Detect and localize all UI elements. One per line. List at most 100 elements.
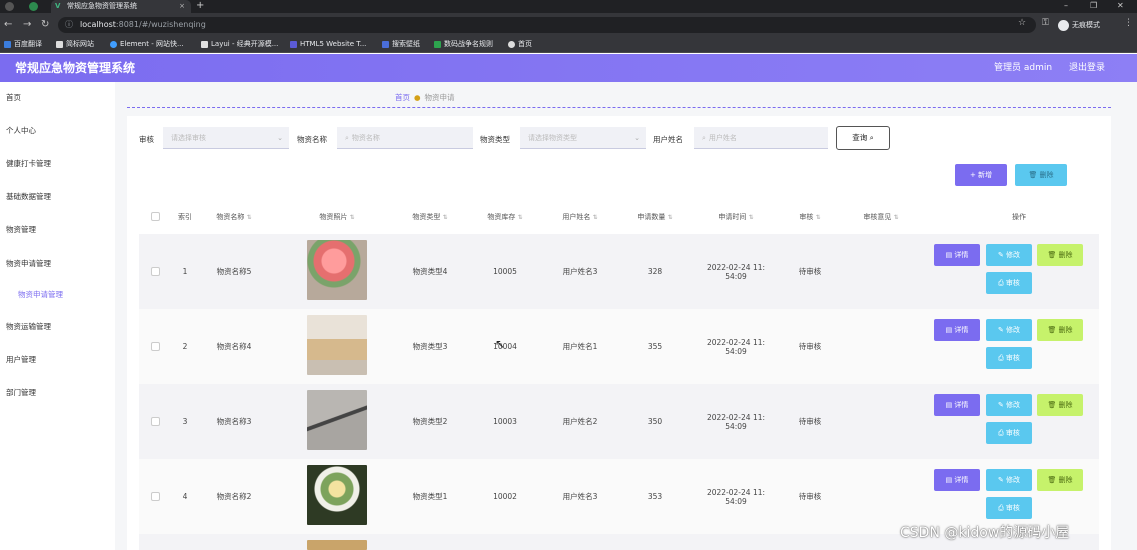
user-search-input[interactable]: ⌕ 用户姓名 — [694, 127, 828, 149]
trash-icon: 🗑 — [1047, 251, 1057, 259]
audit-button[interactable]: ⎙ 审核 — [986, 422, 1032, 444]
sort-icon[interactable]: ⇅ — [350, 214, 355, 221]
th-name[interactable]: 物资名称 ⇅ — [199, 204, 269, 231]
table-row: 1 物资名称5 物资类型4 10005 用户姓名3 328 2022-02-24… — [139, 234, 1099, 309]
bookmark-item[interactable]: 简标网站 — [56, 37, 94, 52]
app-header: 常规应急物资管理系统 管理员 admin 退出登录 — [0, 54, 1137, 82]
th-type[interactable]: 物资类型 ⇅ — [395, 204, 465, 231]
bookmark-label: 搜索壁纸 — [392, 40, 420, 48]
vue-favicon-icon: V — [55, 2, 61, 10]
bookmark-item[interactable]: 搜索壁纸 — [382, 37, 420, 52]
detail-button[interactable]: ▤ 详情 — [934, 394, 980, 416]
cell-index: 2 — [182, 342, 188, 351]
bookmark-star-icon[interactable]: ☆ — [1018, 18, 1026, 28]
pinned-tab-icon[interactable] — [29, 2, 38, 11]
row-checkbox[interactable] — [151, 417, 160, 426]
sort-icon[interactable]: ⇅ — [749, 214, 754, 221]
row-checkbox[interactable] — [151, 492, 160, 501]
back-icon[interactable]: ← — [4, 18, 12, 32]
audit-button[interactable]: ⎙ 审核 — [986, 347, 1032, 369]
new-tab-icon[interactable]: + — [196, 0, 204, 12]
th-audit[interactable]: 审核 ⇅ — [785, 204, 835, 231]
restore-icon[interactable]: ❐ — [1090, 0, 1097, 12]
breadcrumb-home[interactable]: 首页 — [395, 93, 410, 102]
close-window-icon[interactable]: ✕ — [1117, 0, 1124, 12]
sidebar-item-departments[interactable]: 部门管理 — [6, 387, 36, 398]
select-all-checkbox[interactable] — [151, 212, 160, 221]
edit-button[interactable]: ✎ 修改 — [986, 469, 1032, 491]
type-select[interactable]: 请选择物资类型 ⌄ — [520, 127, 646, 149]
audit-icon: ⎙ — [998, 354, 1004, 362]
sidebar-item-basic-data[interactable]: 基础数据管理 — [6, 191, 51, 202]
main-content: 首页 ● 物资申请 审核 请选择审核 ⌄ 物资名称 ⌕ 物资名称 物资类型 请选择物资… — [115, 82, 1137, 550]
browser-tab-active[interactable]: V 常规应急物资管理系统 × — [51, 0, 191, 13]
audit-button[interactable]: ⎙ 审核 — [986, 272, 1032, 294]
sort-icon[interactable]: ⇅ — [593, 214, 598, 221]
sidebar-item-material-requests[interactable]: 物资申请管理 — [6, 258, 51, 269]
browser-app-icon[interactable] — [5, 2, 14, 11]
row-checkbox[interactable] — [151, 267, 160, 276]
site-info-icon[interactable]: ⓘ — [65, 17, 73, 33]
reload-icon[interactable]: ↻ — [41, 18, 49, 32]
th-stock[interactable]: 物资库存 ⇅ — [470, 204, 540, 231]
detail-button[interactable]: ▤ 详情 — [934, 244, 980, 266]
sidebar-item-health-checkin[interactable]: 健康打卡管理 — [6, 158, 51, 169]
audit-select[interactable]: 请选择审核 ⌄ — [163, 127, 289, 149]
sidebar-item-transport[interactable]: 物资运输管理 — [6, 321, 51, 332]
bulk-delete-label: 删除 — [1039, 171, 1054, 179]
sort-icon[interactable]: ⇅ — [518, 214, 523, 221]
add-button[interactable]: + 新增 — [955, 164, 1007, 186]
sort-icon[interactable]: ⇅ — [668, 214, 673, 221]
sidebar-subitem-material-requests[interactable]: 物资申请管理 — [18, 289, 63, 300]
bookmark-item[interactable]: Layui - 经典开源模... — [201, 37, 278, 52]
th-photo[interactable]: 物资照片 ⇅ — [302, 204, 372, 231]
sidebar-item-users[interactable]: 用户管理 — [6, 354, 36, 365]
query-button[interactable]: 查询 ⌕ — [836, 126, 890, 150]
sidebar-item-materials[interactable]: 物资管理 — [6, 224, 36, 235]
key-icon[interactable]: ⚿ — [1042, 18, 1049, 28]
th-qty[interactable]: 申请数量 ⇅ — [620, 204, 690, 231]
delete-button[interactable]: 🗑 删除 — [1037, 469, 1083, 491]
th-opinion[interactable]: 审核意见 ⇅ — [841, 204, 921, 231]
edit-icon: ✎ — [997, 476, 1004, 484]
browser-menu-icon[interactable]: ⋮ — [1124, 18, 1133, 28]
edit-button[interactable]: ✎ 修改 — [986, 319, 1032, 341]
incognito-indicator[interactable]: 无痕模式 — [1058, 17, 1100, 33]
sort-icon[interactable]: ⇅ — [247, 214, 252, 221]
sort-icon[interactable]: ⇅ — [816, 214, 821, 221]
time-clock: 54:09 — [725, 271, 747, 281]
bulk-delete-button[interactable]: 🗑 删除 — [1015, 164, 1067, 186]
sort-icon[interactable]: ⇅ — [443, 214, 448, 221]
sort-icon[interactable]: ⇅ — [894, 214, 899, 221]
detail-button[interactable]: ▤ 详情 — [934, 469, 980, 491]
address-bar[interactable]: ⓘ localhost:8081/#/wuzishenqing — [58, 17, 1036, 33]
name-filter-label: 物资名称 — [297, 135, 327, 144]
minimize-icon[interactable]: – — [1064, 0, 1068, 12]
edit-button[interactable]: ✎ 修改 — [986, 244, 1032, 266]
logout-link[interactable]: 退出登录 — [1069, 54, 1105, 82]
sidebar-item-profile[interactable]: 个人中心 — [6, 125, 36, 136]
close-tab-icon[interactable]: × — [179, 0, 185, 13]
delete-button[interactable]: 🗑 删除 — [1037, 244, 1083, 266]
bookmark-item[interactable]: 百度翻译 — [4, 37, 42, 52]
bookmark-item[interactable]: HTML5 Website T... — [290, 37, 366, 52]
name-search-input[interactable]: ⌕ 物资名称 — [337, 127, 473, 149]
detail-label: 详情 — [954, 476, 969, 484]
bookmark-item[interactable]: 首页 — [508, 37, 532, 52]
forward-icon[interactable]: → — [23, 18, 31, 32]
edit-button[interactable]: ✎ 修改 — [986, 394, 1032, 416]
th-time[interactable]: 申请时间 ⇅ — [696, 204, 776, 231]
bookmark-favicon-icon — [508, 41, 515, 48]
audit-button[interactable]: ⎙ 审核 — [986, 497, 1032, 519]
cell-name: 物资名称4 — [216, 342, 252, 351]
th-label: 用户姓名 — [562, 213, 591, 221]
row-checkbox[interactable] — [151, 342, 160, 351]
delete-button[interactable]: 🗑 删除 — [1037, 394, 1083, 416]
bookmark-item[interactable]: Element - 网站快... — [110, 37, 184, 52]
th-user[interactable]: 用户姓名 ⇅ — [545, 204, 615, 231]
detail-button[interactable]: ▤ 详情 — [934, 319, 980, 341]
sidebar-item-home[interactable]: 首页 — [6, 92, 21, 103]
delete-button[interactable]: 🗑 删除 — [1037, 319, 1083, 341]
bookmark-item[interactable]: 数码战争名规则 — [434, 37, 493, 52]
bookmark-label: 简标网站 — [66, 40, 94, 48]
